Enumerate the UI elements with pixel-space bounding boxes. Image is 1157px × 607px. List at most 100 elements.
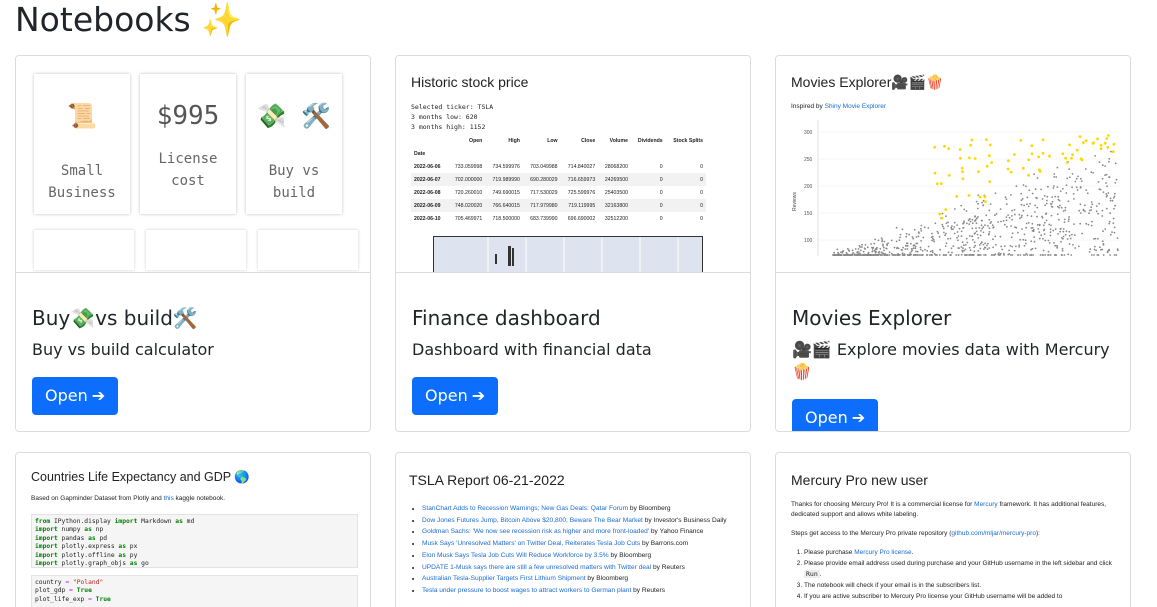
scatter-point <box>915 236 918 238</box>
scatter-point <box>987 242 989 245</box>
scatter-point <box>881 240 884 243</box>
mercury-pro-repo-link[interactable]: github.com/mljar/mercury-pro <box>951 530 1036 537</box>
scatter-point <box>1068 234 1071 237</box>
notebook-thumbnail[interactable]: 📜 Small Business $995 License cost 💸 🛠️ … <box>16 56 370 273</box>
scatter-point <box>851 252 854 255</box>
mercury-link[interactable]: Mercury <box>974 501 997 508</box>
list-item: Tesla under pressure to boost wages to a… <box>422 585 742 597</box>
scatter-point <box>1041 254 1044 256</box>
scatter-point <box>1059 190 1062 192</box>
scatter-point <box>856 251 859 254</box>
scatter-point <box>990 254 993 256</box>
scatter-point <box>1014 213 1016 216</box>
scatter-point <box>977 237 980 239</box>
scatter-point <box>1039 254 1042 256</box>
column-header <box>411 134 448 147</box>
scatter-point <box>917 235 920 238</box>
scatter-point <box>1076 189 1079 191</box>
notebook-card-movies-explorer[interactable]: Movies Explorer🎥🎬🍿 Inspired by Shiny Mov… <box>775 55 1131 432</box>
scatter-point <box>931 235 934 238</box>
scatter-point <box>1101 240 1104 243</box>
open-button[interactable]: Open ➔ <box>412 377 499 415</box>
scatter-point <box>876 246 878 249</box>
shiny-movie-explorer-link[interactable]: Shiny Movie Explorer <box>825 103 886 110</box>
scatter-point <box>947 251 950 254</box>
table-cell: 717.530029 <box>530 189 558 196</box>
table-cell: 0 <box>630 199 666 212</box>
notebook-card-buy-vs-build[interactable]: 📜 Small Business $995 License cost 💸 🛠️ … <box>15 55 371 432</box>
scatter-point <box>1000 220 1002 223</box>
scatter-point <box>977 216 979 218</box>
notebook-card-finance-dashboard[interactable]: Historic stock price Selected ticker: TS… <box>395 55 751 432</box>
scatter-point <box>1004 196 1007 199</box>
scatter-point <box>914 247 917 250</box>
notebook-card-life-expectancy[interactable]: Countries Life Expectancy and GDP 🌎 Base… <box>15 452 371 607</box>
scatter-point <box>857 251 860 253</box>
scatter-point-highlight <box>1048 154 1051 158</box>
open-button[interactable]: Open ➔ <box>792 399 879 431</box>
notebook-thumbnail[interactable]: TSLA Report 06-21-2022 StanChart Adds to… <box>396 453 750 607</box>
scatter-point <box>933 253 936 255</box>
scatter-point <box>947 225 949 227</box>
scatter-point <box>1095 205 1098 207</box>
scatter-point <box>1019 217 1021 220</box>
scatter-point <box>1099 188 1102 191</box>
scatter-point <box>1098 202 1100 205</box>
news-link[interactable]: Musk Says 'Unresolved Matters' on Twitte… <box>422 540 640 547</box>
scatter-point-highlight <box>947 174 951 177</box>
scatter-point <box>874 248 877 251</box>
news-link[interactable]: Tesla under pressure to boost wages to a… <box>422 587 631 594</box>
news-link[interactable]: UPDATE 1-Musk says there are still a few… <box>422 564 651 571</box>
scatter-point <box>1061 249 1064 252</box>
news-link[interactable]: Goldman Sachs: 'We now see recession ris… <box>422 528 649 535</box>
scatter-point <box>1008 253 1011 255</box>
scatter-point <box>1054 228 1057 231</box>
kaggle-notebook-link[interactable]: this <box>164 495 174 502</box>
notebook-thumbnail[interactable]: Countries Life Expectancy and GDP 🌎 Base… <box>16 453 370 607</box>
news-link[interactable]: Dow Jones Futures Jump, Bitcoin Above $2… <box>422 517 643 524</box>
scatter-point <box>971 227 974 230</box>
notebook-thumbnail[interactable]: Mercury Pro new user Thanks for choosing… <box>776 453 1130 607</box>
scatter-point <box>883 249 885 252</box>
tile-partial <box>34 230 134 270</box>
scatter-point <box>1061 254 1063 256</box>
scatter-point <box>954 208 956 210</box>
scatter-point <box>992 238 994 241</box>
notebook-thumbnail[interactable]: Historic stock price Selected ticker: TS… <box>396 56 750 273</box>
scatter-point <box>994 214 996 216</box>
scatter-point <box>1025 185 1027 188</box>
scatter-point <box>921 250 924 252</box>
scatter-point <box>1085 189 1088 191</box>
scatter-point-highlight <box>1096 137 1099 141</box>
notebook-card-mercury-pro[interactable]: Mercury Pro new user Thanks for choosing… <box>775 452 1131 607</box>
scatter-point <box>999 254 1001 256</box>
scatter-point <box>965 210 968 212</box>
table-cell: 719.989990 <box>485 173 523 186</box>
table-cell: 696.690002 <box>567 215 596 222</box>
scatter-point <box>982 226 985 229</box>
news-source: by Reuters <box>651 563 685 571</box>
scatter-point <box>949 237 952 240</box>
scatter-point-highlight <box>938 212 942 216</box>
scatter-point <box>988 247 991 249</box>
notebook-card-tsla-report[interactable]: TSLA Report 06-21-2022 StanChart Adds to… <box>395 452 751 607</box>
news-link[interactable]: Australian Tesla-Supplier Targets First … <box>422 575 586 582</box>
open-button[interactable]: Open ➔ <box>32 377 119 415</box>
scatter-point <box>1088 212 1090 215</box>
scatter-point <box>977 202 979 205</box>
notebook-thumbnail[interactable]: Movies Explorer🎥🎬🍿 Inspired by Shiny Mov… <box>776 56 1130 273</box>
scatter-point <box>1077 245 1080 248</box>
scatter-point <box>993 254 996 256</box>
step-link[interactable]: Mercury Pro license <box>854 549 911 556</box>
scatter-point <box>1050 203 1053 205</box>
scatter-point <box>1054 244 1057 247</box>
scatter-point <box>913 254 916 256</box>
index-label: Date <box>414 150 426 157</box>
scatter-point <box>995 213 998 215</box>
scatter-point <box>1065 192 1068 194</box>
news-link[interactable]: Elon Musk Says Tesla Job Cuts Will Reduc… <box>422 552 609 559</box>
inline-code: Run <box>804 570 820 578</box>
table-cell: 766.640015 <box>485 199 523 212</box>
news-link[interactable]: StanChart Adds to Recession Warnings; Ne… <box>422 505 628 512</box>
scatter-point <box>980 224 983 227</box>
